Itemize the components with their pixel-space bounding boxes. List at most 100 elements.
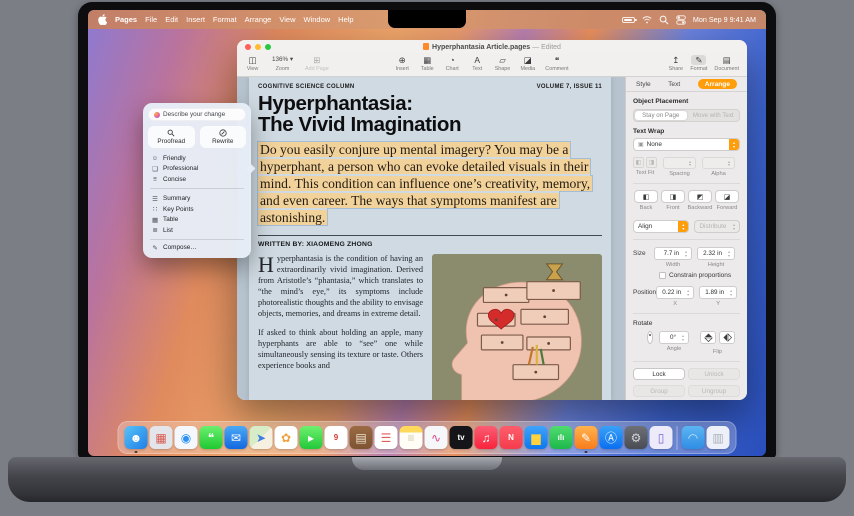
document-canvas[interactable]: COGNITIVE SCIENCE COLUMN VOLUME 7, ISSUE… xyxy=(237,77,625,400)
front-button[interactable]: ◨ xyxy=(661,190,685,203)
flip-horizontal-button[interactable] xyxy=(719,331,735,344)
forward-button[interactable]: ◪ xyxy=(715,190,739,203)
stay-on-page-segment[interactable]: Stay on Page xyxy=(635,111,687,120)
dock-tv[interactable]: tv xyxy=(450,426,473,449)
dock-photos[interactable]: ✿ xyxy=(275,426,298,449)
lock-button[interactable]: Lock xyxy=(633,368,685,380)
ungroup-button[interactable]: Ungroup xyxy=(688,385,740,397)
writing-tool-table[interactable]: ▦Table xyxy=(148,215,246,226)
height-stepper[interactable]: 2.32 in▴▾ xyxy=(697,247,735,260)
position-y-stepper[interactable]: 1.89 in▴▾ xyxy=(699,286,737,299)
dock-finder[interactable]: ☻ xyxy=(125,426,148,449)
toolbar-text-button[interactable]: AText xyxy=(470,55,485,72)
toolbar-document-button[interactable]: ▤Document xyxy=(714,55,739,72)
menu-item-help[interactable]: Help xyxy=(338,15,353,24)
menu-item-arrange[interactable]: Arrange xyxy=(245,15,272,24)
toolbar-view-button[interactable]: ◫View xyxy=(245,55,260,72)
dock-calendar[interactable]: 9 xyxy=(325,426,348,449)
menu-item-file[interactable]: File xyxy=(145,15,157,24)
rewrite-button[interactable]: Rewrite xyxy=(200,126,247,148)
text-wrap-select[interactable]: ▣ None ▴▾ xyxy=(633,138,740,151)
dock-numbers[interactable]: ılı xyxy=(550,426,573,449)
width-stepper[interactable]: 7.7 in▴▾ xyxy=(654,247,692,260)
tab-style[interactable]: Style xyxy=(636,81,651,88)
dock-facetime[interactable]: ▸ xyxy=(300,426,323,449)
spotlight-search-icon[interactable] xyxy=(659,15,669,25)
backward-button[interactable]: ◩ xyxy=(688,190,712,203)
dock-system-settings[interactable]: ⚙ xyxy=(625,426,648,449)
dock-reminders[interactable]: ☰ xyxy=(375,426,398,449)
dock-mail[interactable]: ✉ xyxy=(225,426,248,449)
apple-menu-icon[interactable] xyxy=(98,14,107,25)
text-fit-on-button[interactable]: ◨ xyxy=(646,157,657,168)
toolbar-chart-button[interactable]: ◔Chart xyxy=(445,55,460,72)
tab-text[interactable]: Text xyxy=(668,81,680,88)
distribute-select[interactable]: Distribute ▴▾ xyxy=(694,220,740,233)
article-illustration[interactable] xyxy=(432,254,602,400)
wifi-icon[interactable] xyxy=(642,15,652,25)
flip-vertical-button[interactable] xyxy=(700,331,716,344)
dock-contacts[interactable]: ▤ xyxy=(350,426,373,449)
menu-clock[interactable]: Mon Sep 9 9:41 AM xyxy=(693,15,756,24)
toolbar-insert-button[interactable]: ⊕Insert xyxy=(395,55,410,72)
text-fit-off-button[interactable]: ◧ xyxy=(633,157,644,168)
dock-downloads-folder[interactable]: ◠ xyxy=(682,426,705,449)
constrain-proportions-checkbox[interactable] xyxy=(659,272,666,279)
media-label: Media xyxy=(520,66,535,72)
dock-iphone-mirroring[interactable]: ▯ xyxy=(650,426,673,449)
dock-safari[interactable]: ◉ xyxy=(175,426,198,449)
dock-pages[interactable]: ✎ xyxy=(575,426,598,449)
move-with-text-segment[interactable]: Move with Text xyxy=(688,110,740,121)
rotation-knob[interactable] xyxy=(647,331,653,344)
menu-item-insert[interactable]: Insert xyxy=(186,15,205,24)
dock-trash[interactable]: ▥ xyxy=(707,426,730,449)
writing-tool-friendly[interactable]: ☺Friendly xyxy=(148,153,246,164)
spacing-stepper[interactable]: ▴▾ xyxy=(663,157,696,169)
compose-item[interactable]: ✎ Compose… xyxy=(148,243,246,254)
writing-tool-concise[interactable]: ≡Concise xyxy=(148,174,246,185)
tab-arrange[interactable]: Arrange xyxy=(698,79,737,89)
document-page[interactable]: COGNITIVE SCIENCE COLUMN VOLUME 7, ISSUE… xyxy=(249,77,611,400)
menu-item-format[interactable]: Format xyxy=(213,15,237,24)
writing-tool-list[interactable]: ≣List xyxy=(148,225,246,236)
dock-app-store[interactable]: Ⓐ xyxy=(600,426,623,449)
dock-keynote[interactable]: ▆ xyxy=(525,426,548,449)
article-body[interactable]: Hyperphantasia is the condition of havin… xyxy=(258,254,423,400)
menu-item-view[interactable]: View xyxy=(279,15,295,24)
window-titlebar[interactable]: Hyperphantasia Article.pages — Edited xyxy=(237,40,747,53)
group-button[interactable]: Group xyxy=(633,385,685,397)
toolbar-shape-button[interactable]: ▱Shape xyxy=(495,55,511,72)
dock-messages[interactable]: ❝ xyxy=(200,426,223,449)
dock-launchpad[interactable]: ▦ xyxy=(150,426,173,449)
align-select[interactable]: Align ▴▾ xyxy=(633,220,689,233)
dock-music[interactable]: ♫ xyxy=(475,426,498,449)
alpha-stepper[interactable]: ▴▾ xyxy=(702,157,735,169)
toolbar-zoom-button[interactable]: 136% ▾Zoom xyxy=(272,55,293,72)
control-center-icon[interactable] xyxy=(676,15,686,25)
writing-tool-professional[interactable]: ❑Professional xyxy=(148,164,246,175)
toolbar-add-page-button[interactable]: ⊞Add Page xyxy=(305,55,329,72)
highlighted-selection[interactable]: Do you easily conjure up mental imagery?… xyxy=(258,142,592,225)
writing-tool-key-points[interactable]: ∷Key Points xyxy=(148,204,246,215)
back-button[interactable]: ◧ xyxy=(634,190,658,203)
unlock-button[interactable]: Unlock xyxy=(688,368,740,380)
toolbar-table-button[interactable]: ▦Table xyxy=(420,55,435,72)
toolbar-format-button[interactable]: ✎Format xyxy=(690,55,707,72)
dock-news[interactable]: N xyxy=(500,426,523,449)
proofread-button[interactable]: Proofread xyxy=(148,126,195,148)
menu-item-edit[interactable]: Edit xyxy=(165,15,178,24)
toolbar-media-button[interactable]: ◪Media xyxy=(520,55,535,72)
describe-change-field[interactable]: Describe your change xyxy=(148,108,246,121)
article-intro[interactable]: Do you easily conjure up mental imagery?… xyxy=(258,142,610,227)
writing-tool-summary[interactable]: ☰Summary xyxy=(148,194,246,205)
menu-item-window[interactable]: Window xyxy=(303,15,330,24)
dock-maps[interactable]: ➤ xyxy=(250,426,273,449)
toolbar-comment-button[interactable]: ❝Comment xyxy=(545,55,568,72)
dock-freeform[interactable]: ∿ xyxy=(425,426,448,449)
toolbar-share-button[interactable]: ↥Share xyxy=(668,55,683,72)
dock-notes[interactable]: ≡ xyxy=(400,426,423,449)
position-x-stepper[interactable]: 0.22 in▴▾ xyxy=(656,286,694,299)
angle-stepper[interactable]: 0°▴▾ xyxy=(659,331,689,344)
battery-icon[interactable] xyxy=(622,17,635,23)
menu-item-pages[interactable]: Pages xyxy=(115,15,137,24)
